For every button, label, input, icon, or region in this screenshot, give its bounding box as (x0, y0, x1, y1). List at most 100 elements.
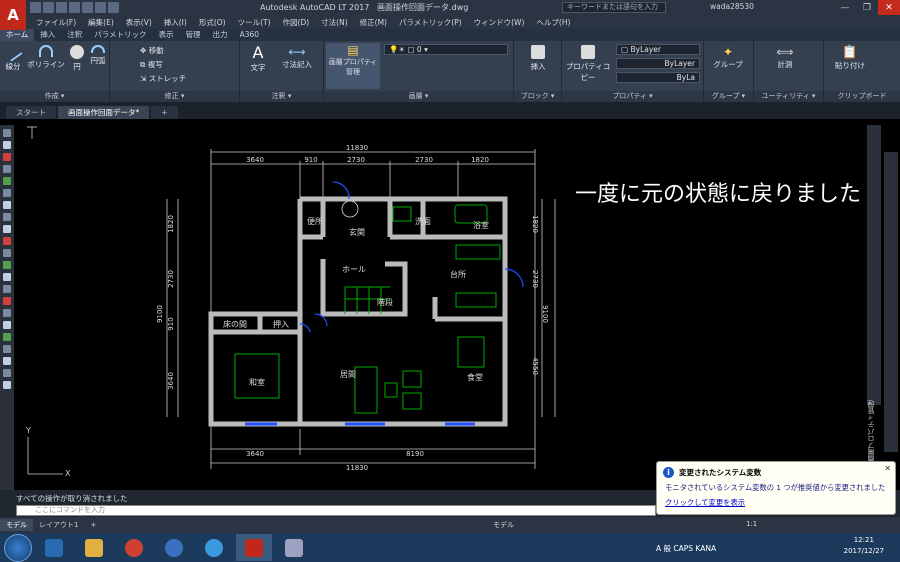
taskbar-autocad[interactable] (236, 534, 272, 561)
application-menu-button[interactable]: A (0, 0, 26, 30)
insert-block-button[interactable]: 挿入 (524, 45, 552, 72)
panel-properties-label[interactable]: プロパティ ▾ (562, 91, 703, 102)
panel-draw-label[interactable]: 作成 ▾ (0, 91, 109, 102)
menu-parametric[interactable]: パラメトリック(P) (399, 17, 462, 28)
tab-insert[interactable]: 挿入 (34, 29, 61, 41)
paste-button[interactable]: 📋 貼り付け (832, 45, 868, 71)
panel-layers-label[interactable]: 画層 ▾ (324, 91, 513, 102)
menu-insert[interactable]: 挿入(I) (164, 17, 187, 28)
tab-home[interactable]: ホーム (0, 29, 35, 41)
command-input[interactable]: ここにコマンドを入力 (16, 505, 656, 516)
tool-icon[interactable] (3, 261, 11, 269)
tool-icon[interactable] (3, 273, 11, 281)
close-button[interactable]: ✕ (878, 0, 900, 15)
menu-window[interactable]: ウィンドウ(W) (474, 17, 525, 28)
menu-tools[interactable]: ツール(T) (238, 17, 271, 28)
tab-drawing[interactable]: 画面操作回面データ* (58, 106, 150, 119)
drawing-canvas[interactable]: 11830 3640 910 2730 2730 1820 3640 8190 … (15, 119, 867, 487)
menu-draw[interactable]: 作図(D) (283, 17, 310, 28)
layer-properties-button[interactable]: ▤ 画層プロパティ管理 (326, 43, 380, 89)
tool-icon[interactable] (3, 345, 11, 353)
new-tab-button[interactable]: + (151, 106, 178, 119)
clock[interactable]: 12:21 2017/12/27 (844, 535, 884, 557)
text-button[interactable]: A 文字 (246, 43, 270, 73)
layer-properties-palette-bar[interactable] (867, 125, 881, 405)
measure-button[interactable]: ⟺ 計測 (770, 45, 800, 70)
match-properties-button[interactable]: プロパティコピー (564, 45, 612, 83)
taskbar-explorer[interactable] (76, 534, 112, 561)
system-tray[interactable]: A 般 CAPS KANA (656, 543, 716, 554)
redo-icon[interactable] (108, 2, 119, 13)
restore-button[interactable]: ❐ (856, 0, 878, 15)
arc-button[interactable]: 円弧 (88, 45, 108, 66)
move-button[interactable]: ✥ 移動 (140, 45, 164, 56)
annotation-scale[interactable]: 1:1 (746, 520, 757, 528)
panel-clipboard-label[interactable]: クリップボード (824, 91, 900, 102)
group-button[interactable]: ✦ グループ (710, 45, 746, 70)
notification-link[interactable]: クリックして変更を表示 (665, 498, 745, 508)
panel-utilities-label[interactable]: ユーティリティ ▾ (754, 91, 823, 102)
taskbar-media-player[interactable] (36, 534, 72, 561)
tool-icon[interactable] (3, 333, 11, 341)
tool-icon[interactable] (3, 213, 11, 221)
properties-palette-bar[interactable] (884, 152, 898, 452)
lineweight-dropdown[interactable]: ByLa (616, 72, 700, 83)
close-icon[interactable]: ✕ (884, 464, 891, 473)
dimension-button[interactable]: ⟷ 寸法記入 (274, 45, 320, 70)
tool-icon[interactable] (3, 237, 11, 245)
menu-edit[interactable]: 編集(E) (88, 17, 114, 28)
search-input[interactable]: キーワードまたは語句を入力 (562, 2, 666, 13)
tab-parametric[interactable]: パラメトリック (88, 29, 152, 41)
panel-groups-label[interactable]: グループ ▾ (704, 91, 753, 102)
add-layout-button[interactable]: + (84, 519, 102, 531)
layer-dropdown[interactable]: 💡☀ ▢ 0 ▾ (384, 44, 508, 55)
tool-icon[interactable] (3, 141, 11, 149)
tool-icon[interactable] (3, 189, 11, 197)
taskbar-thunderbird[interactable] (156, 534, 192, 561)
tool-icon[interactable] (3, 165, 11, 173)
tool-icon[interactable] (3, 249, 11, 257)
tool-icon[interactable] (3, 309, 11, 317)
taskbar-paint[interactable] (276, 534, 312, 561)
user-account[interactable]: wada28530 (710, 2, 754, 11)
menu-modify[interactable]: 修正(M) (360, 17, 387, 28)
panel-block-label[interactable]: ブロック ▾ (514, 91, 561, 102)
menu-help[interactable]: ヘルプ(H) (536, 17, 570, 28)
tool-icon[interactable] (3, 285, 11, 293)
circle-button[interactable]: 円 (68, 45, 86, 72)
new-icon[interactable] (30, 2, 41, 13)
tab-output[interactable]: 出力 (207, 29, 234, 41)
copy-button[interactable]: ⧉ 複写 (140, 59, 163, 70)
tab-start[interactable]: スタート (6, 106, 56, 119)
menu-file[interactable]: ファイル(F) (36, 17, 76, 28)
tool-icon[interactable] (3, 201, 11, 209)
menu-view[interactable]: 表示(V) (126, 17, 152, 28)
tab-manage[interactable]: 管理 (180, 29, 207, 41)
panel-annotation-label[interactable]: 注釈 ▾ (240, 91, 323, 102)
menu-dimension[interactable]: 寸法(N) (321, 17, 347, 28)
tool-icon[interactable] (3, 153, 11, 161)
linetype-dropdown[interactable]: ByLayer (616, 58, 700, 69)
tab-model[interactable]: モデル (0, 519, 33, 531)
tab-annotate[interactable]: 注釈 (61, 29, 88, 41)
taskbar-chrome[interactable] (116, 534, 152, 561)
tool-icon[interactable] (3, 177, 11, 185)
tool-icon[interactable] (3, 381, 11, 389)
save-icon[interactable] (56, 2, 67, 13)
line-button[interactable]: 線分 (3, 42, 23, 72)
tool-icon[interactable] (3, 369, 11, 377)
tool-icon[interactable] (3, 297, 11, 305)
tool-icon[interactable] (3, 357, 11, 365)
save-as-icon[interactable] (69, 2, 80, 13)
polyline-button[interactable]: ポリライン (26, 45, 66, 70)
taskbar-ie[interactable] (196, 534, 232, 561)
stretch-button[interactable]: ⇲ ストレッチ (140, 73, 186, 84)
print-icon[interactable] (82, 2, 93, 13)
tool-icon[interactable] (3, 129, 11, 137)
start-button[interactable] (4, 533, 32, 562)
tool-icon[interactable] (3, 321, 11, 329)
tab-layout1[interactable]: レイアウト1 (33, 519, 84, 531)
minimize-button[interactable]: — (834, 0, 856, 15)
color-dropdown[interactable]: ▢ ByLayer (616, 44, 700, 55)
tool-icon[interactable] (3, 225, 11, 233)
